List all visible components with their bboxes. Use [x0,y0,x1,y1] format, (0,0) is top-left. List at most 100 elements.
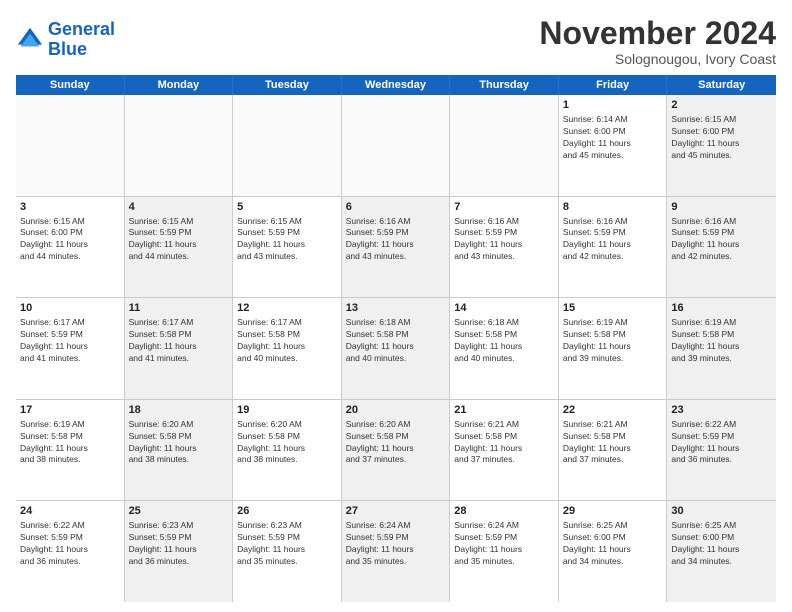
day-info: Sunrise: 6:23 AM Sunset: 5:59 PM Dayligh… [237,520,337,568]
month-title: November 2024 [539,16,776,51]
day-number: 17 [20,403,120,418]
calendar-row-2: 10Sunrise: 6:17 AM Sunset: 5:59 PM Dayli… [16,298,776,400]
day-number: 4 [129,200,229,215]
calendar-day-28: 28Sunrise: 6:24 AM Sunset: 5:59 PM Dayli… [450,501,559,602]
calendar-day-16: 16Sunrise: 6:19 AM Sunset: 5:58 PM Dayli… [667,298,776,399]
logo-text: General Blue [48,20,115,60]
day-info: Sunrise: 6:21 AM Sunset: 5:58 PM Dayligh… [563,419,663,467]
calendar-day-5: 5Sunrise: 6:15 AM Sunset: 5:59 PM Daylig… [233,197,342,298]
logo-line1: General [48,19,115,39]
day-info: Sunrise: 6:16 AM Sunset: 5:59 PM Dayligh… [346,216,446,264]
day-number: 24 [20,504,120,519]
calendar-empty-cell [125,95,234,196]
calendar-day-10: 10Sunrise: 6:17 AM Sunset: 5:59 PM Dayli… [16,298,125,399]
day-number: 13 [346,301,446,316]
calendar-day-6: 6Sunrise: 6:16 AM Sunset: 5:59 PM Daylig… [342,197,451,298]
day-number: 21 [454,403,554,418]
calendar-day-17: 17Sunrise: 6:19 AM Sunset: 5:58 PM Dayli… [16,400,125,501]
day-info: Sunrise: 6:15 AM Sunset: 6:00 PM Dayligh… [20,216,120,264]
calendar-day-24: 24Sunrise: 6:22 AM Sunset: 5:59 PM Dayli… [16,501,125,602]
day-number: 7 [454,200,554,215]
calendar-day-2: 2Sunrise: 6:15 AM Sunset: 6:00 PM Daylig… [667,95,776,196]
day-info: Sunrise: 6:24 AM Sunset: 5:59 PM Dayligh… [454,520,554,568]
calendar-row-0: 1Sunrise: 6:14 AM Sunset: 6:00 PM Daylig… [16,95,776,197]
day-number: 25 [129,504,229,519]
calendar-day-12: 12Sunrise: 6:17 AM Sunset: 5:58 PM Dayli… [233,298,342,399]
calendar-day-21: 21Sunrise: 6:21 AM Sunset: 5:58 PM Dayli… [450,400,559,501]
day-number: 20 [346,403,446,418]
day-number: 2 [671,98,772,113]
calendar-day-15: 15Sunrise: 6:19 AM Sunset: 5:58 PM Dayli… [559,298,668,399]
calendar-day-8: 8Sunrise: 6:16 AM Sunset: 5:59 PM Daylig… [559,197,668,298]
calendar-empty-cell [450,95,559,196]
calendar-day-13: 13Sunrise: 6:18 AM Sunset: 5:58 PM Dayli… [342,298,451,399]
day-number: 22 [563,403,663,418]
day-number: 30 [671,504,772,519]
calendar-row-1: 3Sunrise: 6:15 AM Sunset: 6:00 PM Daylig… [16,197,776,299]
header: General Blue November 2024 Solognougou, … [16,16,776,67]
day-info: Sunrise: 6:17 AM Sunset: 5:58 PM Dayligh… [129,317,229,365]
day-info: Sunrise: 6:17 AM Sunset: 5:59 PM Dayligh… [20,317,120,365]
day-info: Sunrise: 6:21 AM Sunset: 5:58 PM Dayligh… [454,419,554,467]
calendar-day-1: 1Sunrise: 6:14 AM Sunset: 6:00 PM Daylig… [559,95,668,196]
day-number: 28 [454,504,554,519]
day-info: Sunrise: 6:15 AM Sunset: 5:59 PM Dayligh… [237,216,337,264]
calendar-day-30: 30Sunrise: 6:25 AM Sunset: 6:00 PM Dayli… [667,501,776,602]
calendar-day-29: 29Sunrise: 6:25 AM Sunset: 6:00 PM Dayli… [559,501,668,602]
calendar-day-14: 14Sunrise: 6:18 AM Sunset: 5:58 PM Dayli… [450,298,559,399]
day-number: 27 [346,504,446,519]
day-info: Sunrise: 6:22 AM Sunset: 5:59 PM Dayligh… [20,520,120,568]
day-info: Sunrise: 6:18 AM Sunset: 5:58 PM Dayligh… [454,317,554,365]
day-info: Sunrise: 6:14 AM Sunset: 6:00 PM Dayligh… [563,114,663,162]
day-number: 3 [20,200,120,215]
day-info: Sunrise: 6:16 AM Sunset: 5:59 PM Dayligh… [563,216,663,264]
calendar-day-25: 25Sunrise: 6:23 AM Sunset: 5:59 PM Dayli… [125,501,234,602]
day-info: Sunrise: 6:18 AM Sunset: 5:58 PM Dayligh… [346,317,446,365]
calendar-day-11: 11Sunrise: 6:17 AM Sunset: 5:58 PM Dayli… [125,298,234,399]
day-info: Sunrise: 6:19 AM Sunset: 5:58 PM Dayligh… [20,419,120,467]
day-info: Sunrise: 6:15 AM Sunset: 5:59 PM Dayligh… [129,216,229,264]
title-block: November 2024 Solognougou, Ivory Coast [539,16,776,67]
calendar-day-23: 23Sunrise: 6:22 AM Sunset: 5:59 PM Dayli… [667,400,776,501]
day-number: 12 [237,301,337,316]
day-number: 11 [129,301,229,316]
calendar-day-18: 18Sunrise: 6:20 AM Sunset: 5:58 PM Dayli… [125,400,234,501]
calendar-day-7: 7Sunrise: 6:16 AM Sunset: 5:59 PM Daylig… [450,197,559,298]
day-number: 15 [563,301,663,316]
day-info: Sunrise: 6:20 AM Sunset: 5:58 PM Dayligh… [129,419,229,467]
day-header-thursday: Thursday [450,75,559,95]
day-header-friday: Friday [559,75,668,95]
day-number: 6 [346,200,446,215]
calendar-empty-cell [233,95,342,196]
logo-icon [16,26,44,54]
day-info: Sunrise: 6:17 AM Sunset: 5:58 PM Dayligh… [237,317,337,365]
day-number: 10 [20,301,120,316]
page: General Blue November 2024 Solognougou, … [0,0,792,612]
day-info: Sunrise: 6:16 AM Sunset: 5:59 PM Dayligh… [454,216,554,264]
calendar-row-3: 17Sunrise: 6:19 AM Sunset: 5:58 PM Dayli… [16,400,776,502]
logo-line2: Blue [48,39,87,59]
calendar-row-4: 24Sunrise: 6:22 AM Sunset: 5:59 PM Dayli… [16,501,776,602]
day-info: Sunrise: 6:24 AM Sunset: 5:59 PM Dayligh… [346,520,446,568]
day-number: 1 [563,98,663,113]
day-info: Sunrise: 6:19 AM Sunset: 5:58 PM Dayligh… [671,317,772,365]
day-number: 19 [237,403,337,418]
calendar-empty-cell [16,95,125,196]
day-header-sunday: Sunday [16,75,125,95]
calendar-body: 1Sunrise: 6:14 AM Sunset: 6:00 PM Daylig… [16,95,776,602]
day-number: 23 [671,403,772,418]
calendar-day-4: 4Sunrise: 6:15 AM Sunset: 5:59 PM Daylig… [125,197,234,298]
day-number: 26 [237,504,337,519]
calendar-day-26: 26Sunrise: 6:23 AM Sunset: 5:59 PM Dayli… [233,501,342,602]
day-info: Sunrise: 6:19 AM Sunset: 5:58 PM Dayligh… [563,317,663,365]
day-number: 18 [129,403,229,418]
day-info: Sunrise: 6:22 AM Sunset: 5:59 PM Dayligh… [671,419,772,467]
day-info: Sunrise: 6:25 AM Sunset: 6:00 PM Dayligh… [563,520,663,568]
location-subtitle: Solognougou, Ivory Coast [539,51,776,67]
calendar-day-27: 27Sunrise: 6:24 AM Sunset: 5:59 PM Dayli… [342,501,451,602]
day-info: Sunrise: 6:16 AM Sunset: 5:59 PM Dayligh… [671,216,772,264]
day-header-tuesday: Tuesday [233,75,342,95]
day-info: Sunrise: 6:15 AM Sunset: 6:00 PM Dayligh… [671,114,772,162]
day-info: Sunrise: 6:25 AM Sunset: 6:00 PM Dayligh… [671,520,772,568]
calendar-day-9: 9Sunrise: 6:16 AM Sunset: 5:59 PM Daylig… [667,197,776,298]
